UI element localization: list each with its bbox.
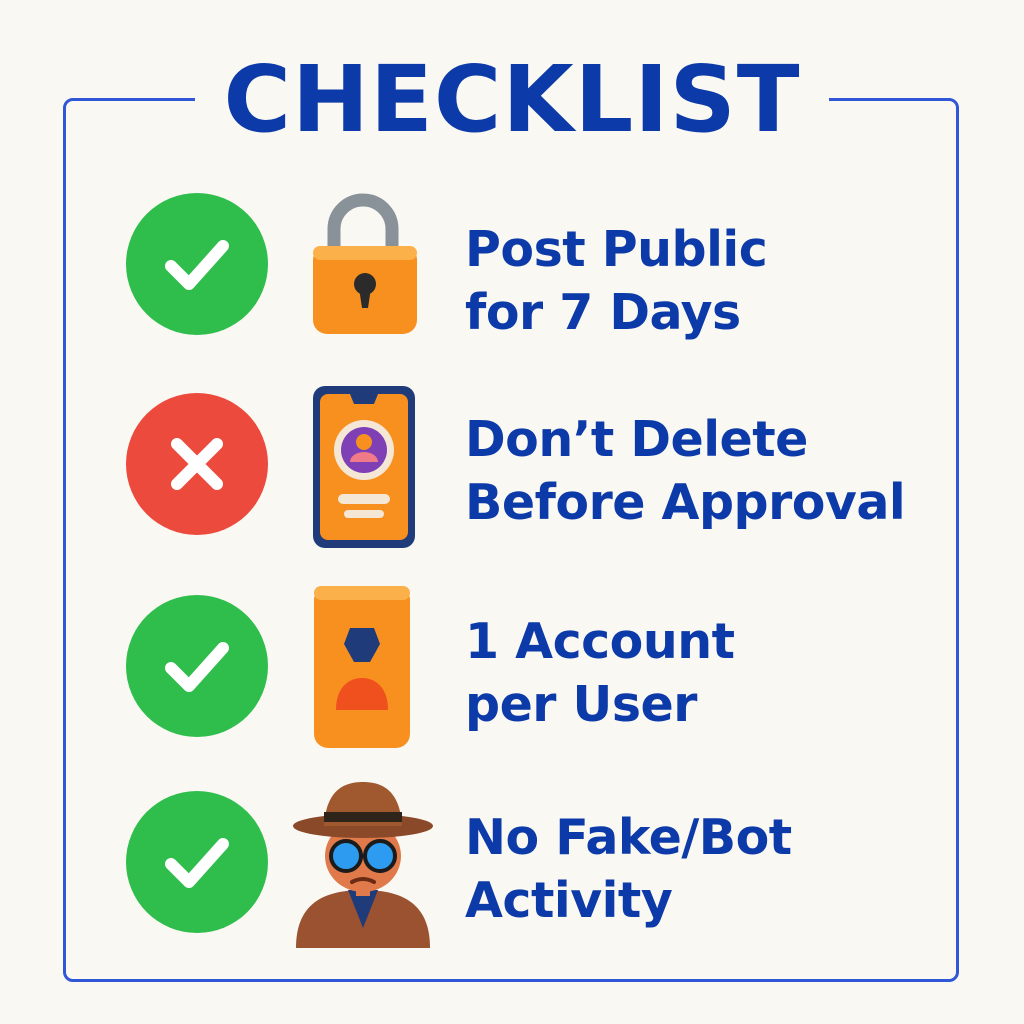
detective-icon: [288, 778, 438, 948]
list-item: 1 Account per User: [0, 578, 1024, 758]
item-label: Post Public for 7 Days: [465, 221, 768, 341]
list-item: No Fake/Bot Activity: [0, 778, 1024, 958]
item-label: Don’t Delete Before Approval: [465, 411, 906, 531]
list-item: Don’t Delete Before Approval: [0, 380, 1024, 560]
cross-icon: [126, 393, 268, 535]
padlock-icon: [288, 184, 438, 354]
check-icon: [126, 791, 268, 933]
item-label: No Fake/Bot Activity: [465, 809, 792, 929]
user-id-card-icon: [288, 582, 438, 752]
smartphone-profile-icon: [288, 384, 438, 554]
check-icon: [126, 193, 268, 335]
check-icon: [126, 595, 268, 737]
list-item: Post Public for 7 Days: [0, 180, 1024, 360]
item-label: 1 Account per User: [465, 613, 735, 733]
page-title: CHECKLIST: [0, 46, 1024, 153]
